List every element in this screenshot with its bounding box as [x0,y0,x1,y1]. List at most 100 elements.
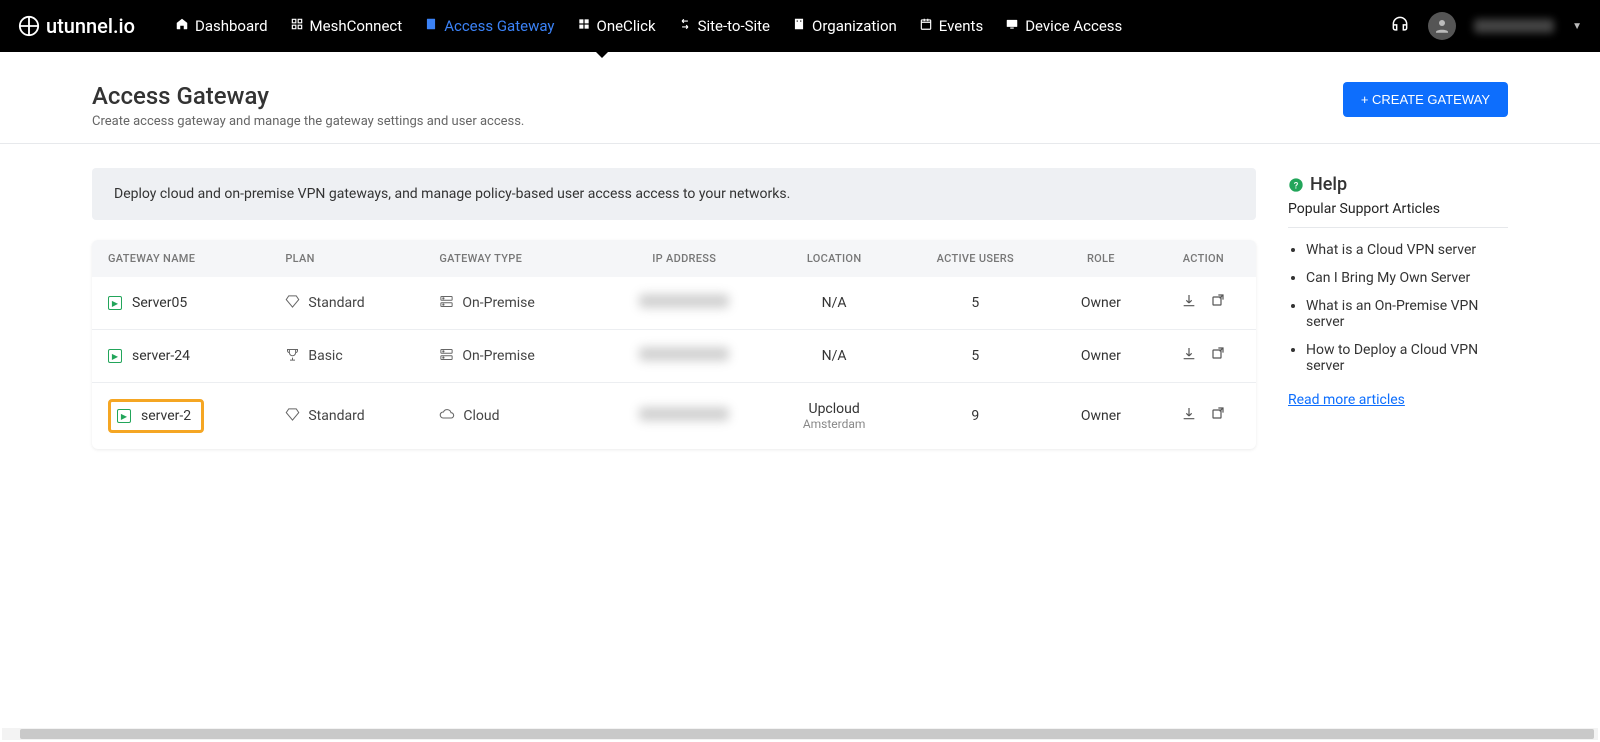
col-plan: PLAN [269,240,423,277]
status-running-icon: ▶ [108,349,122,363]
location: N/A [785,348,884,364]
download-icon[interactable] [1181,346,1197,366]
open-external-icon[interactable] [1209,406,1225,426]
help-divider [1288,227,1508,228]
nav-device-access[interactable]: Device Access [1005,17,1122,35]
nav-label: Access Gateway [444,17,554,35]
table-row: ▶server-24BasicOn-PremiseN/A5Owner [92,330,1256,383]
page-title: Access Gateway [92,82,524,110]
oneclick-icon [577,17,591,35]
user-avatar[interactable] [1428,12,1456,40]
type-label: On-Premise [462,348,534,364]
nav-label: Site-to-Site [698,17,770,35]
download-icon[interactable] [1181,293,1197,313]
help-icon: ? [1288,177,1304,193]
highlighted-gateway: ▶server-2 [108,399,204,433]
nav-label: OneClick [597,17,656,35]
col-location: LOCATION [769,240,900,277]
table-row: ▶server-2StandardCloudUpcloudAmsterdam9O… [92,383,1256,450]
nav-label: Dashboard [195,17,268,35]
gateway-name[interactable]: server-24 [132,348,190,364]
help-heading: ? Help [1288,174,1508,195]
col-gateway-type: GATEWAY TYPE [423,240,599,277]
nav-right: ▼ [1390,12,1582,40]
svg-text:?: ? [1294,180,1299,191]
info-banner: Deploy cloud and on-premise VPN gateways… [92,168,1256,220]
col-action: ACTION [1151,240,1256,277]
gateway-name[interactable]: server-2 [141,408,191,424]
page-subtitle: Create access gateway and manage the gat… [92,114,524,129]
col-active-users: ACTIVE USERS [900,240,1051,277]
read-more-link[interactable]: Read more articles [1288,392,1405,408]
ip-redacted [639,294,729,308]
open-external-icon[interactable] [1209,293,1225,313]
nav-access-gateway[interactable]: Access Gateway [424,17,554,35]
site-to-site-icon [678,17,692,35]
events-icon [919,17,933,35]
table-row: ▶Server05StandardOn-PremiseN/A5Owner [92,277,1256,330]
active-nav-indicator [596,52,608,58]
help-article-link[interactable]: What is a Cloud VPN server [1306,242,1508,258]
nav-site-to-site[interactable]: Site-to-Site [678,17,770,35]
horizontal-scrollbar[interactable] [2,728,1598,740]
location: Upcloud [785,401,884,417]
plan-label: Basic [308,348,342,364]
help-article-link[interactable]: What is an On-Premise VPN server [1306,298,1508,330]
nav-label: MeshConnect [310,17,403,35]
main-column: Deploy cloud and on-premise VPN gateways… [92,168,1256,449]
role: Owner [1051,277,1151,330]
cloud-icon [439,406,455,426]
help-sidebar: ? Help Popular Support Articles What is … [1288,168,1508,408]
gateway-name[interactable]: Server05 [132,295,187,311]
col-role: ROLE [1051,240,1151,277]
organization-icon [792,17,806,35]
brand-icon [18,15,40,37]
active-users: 5 [900,277,1051,330]
open-external-icon[interactable] [1209,346,1225,366]
nav-label: Events [939,17,983,35]
nav-dashboard[interactable]: Dashboard [175,17,268,35]
body-wrap: Deploy cloud and on-premise VPN gateways… [0,144,1600,489]
diamond-icon [285,407,300,426]
user-menu-caret-icon[interactable]: ▼ [1572,21,1582,32]
nav-organization[interactable]: Organization [792,17,897,35]
device-access-icon [1005,17,1019,35]
ip-redacted [639,407,729,421]
type-label: Cloud [463,408,499,424]
gateway-table: GATEWAY NAMEPLANGATEWAY TYPEIP ADDRESSLO… [92,240,1256,449]
nav-oneclick[interactable]: OneClick [577,17,656,35]
nav-label: Organization [812,17,897,35]
ip-redacted [639,347,729,361]
nav-items: Dashboard MeshConnect Access Gateway OneCli… [175,17,1390,35]
download-icon[interactable] [1181,406,1197,426]
create-gateway-button[interactable]: + CREATE GATEWAY [1343,82,1508,117]
location: N/A [785,295,884,311]
active-users: 5 [900,330,1051,383]
dashboard-icon [175,17,189,35]
meshconnect-icon [290,17,304,35]
plan-label: Standard [308,408,364,424]
role: Owner [1051,383,1151,450]
nav-events[interactable]: Events [919,17,983,35]
help-article-list: What is a Cloud VPN server Can I Bring My… [1288,242,1508,374]
trophy-icon [285,347,300,366]
location-sub: Amsterdam [785,417,884,431]
col-gateway-name: GATEWAY NAME [92,240,269,277]
server-icon [439,347,454,366]
user-name-redacted [1474,19,1554,33]
status-running-icon: ▶ [108,296,122,310]
col-ip-address: IP ADDRESS [600,240,769,277]
help-article-link[interactable]: How to Deploy a Cloud VPN server [1306,342,1508,374]
help-subtitle: Popular Support Articles [1288,201,1508,217]
type-label: On-Premise [462,295,534,311]
support-icon[interactable] [1390,14,1410,38]
nav-label: Device Access [1025,17,1122,35]
nav-meshconnect[interactable]: MeshConnect [290,17,403,35]
access-gateway-icon [424,17,438,35]
help-article-link[interactable]: Can I Bring My Own Server [1306,270,1508,286]
gateway-table-card: GATEWAY NAMEPLANGATEWAY TYPEIP ADDRESSLO… [92,240,1256,449]
page: Access Gateway Create access gateway and… [0,52,1600,489]
brand-logo[interactable]: utunnel.io [18,14,135,38]
help-title-text: Help [1310,174,1347,195]
diamond-icon [285,294,300,313]
